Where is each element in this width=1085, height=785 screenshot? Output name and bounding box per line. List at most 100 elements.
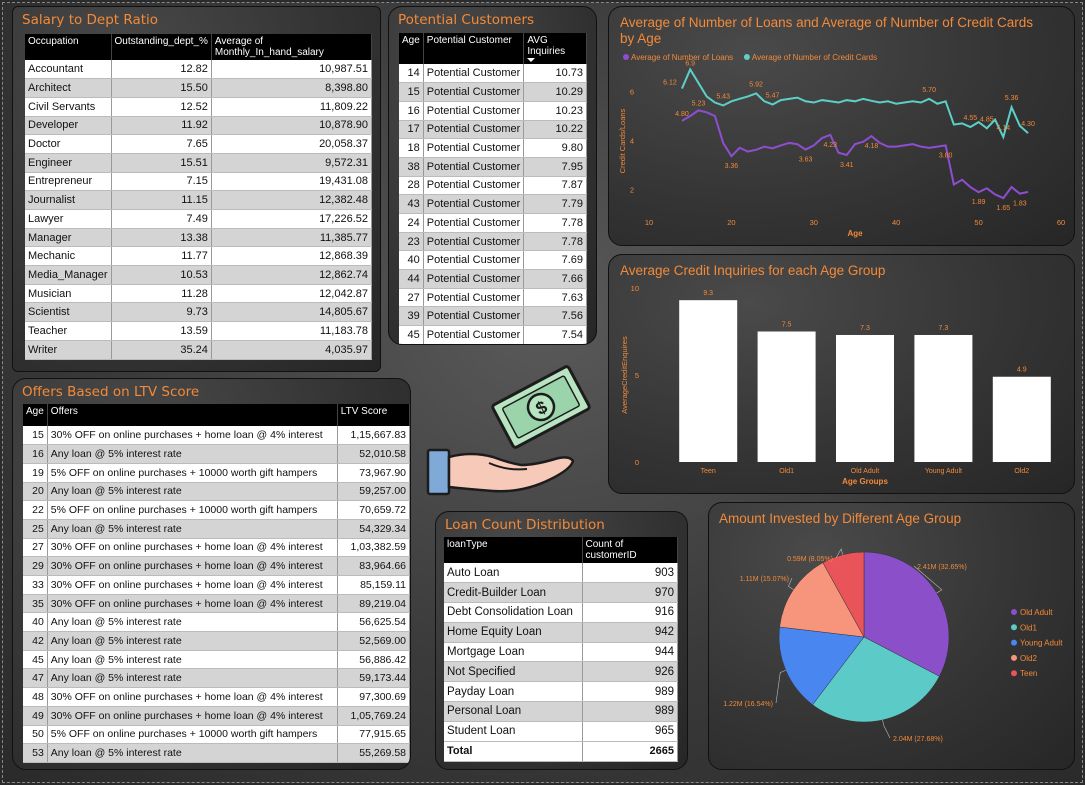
table-row[interactable]: Architect 15.50 8,398.80 [25, 78, 373, 98]
table-row[interactable]: 40 Potential Customer 7.69 [399, 250, 587, 271]
column-header[interactable]: Age [23, 404, 48, 426]
table-row[interactable]: Debt Consolidation Loan 916 [444, 602, 678, 623]
table-row[interactable]: 48 30% OFF on online purchases + home loa… [23, 687, 410, 707]
table-row[interactable]: 22 5% OFF on online purchases + 10000 wor… [23, 500, 410, 520]
table-cell: 10.23 [523, 101, 587, 121]
table-row[interactable]: Credit-Builder Loan 970 [444, 582, 678, 604]
table-row[interactable]: Lawyer 7.49 17,226.52 [25, 209, 373, 229]
table-row[interactable]: Musician 11.28 12,042.87 [25, 284, 373, 304]
table-row[interactable]: Mortgage Loan 944 [444, 642, 678, 663]
table-row[interactable]: 49 30% OFF on online purchases + home loa… [23, 706, 410, 726]
table-row[interactable]: 15 30% OFF on online purchases + home loa… [23, 426, 410, 446]
table-row[interactable]: 35 30% OFF on online purchases + home loa… [23, 594, 410, 614]
salary-dept-ratio-panel[interactable]: Salary to Dept Ratio Occupation Outstand… [12, 6, 381, 372]
table-row[interactable]: Developer 11.92 10,878.90 [25, 116, 373, 136]
table-row[interactable]: 33 30% OFF on online purchases + home loa… [23, 575, 410, 595]
column-header[interactable]: Count of customerID [582, 537, 678, 563]
credit-inquiries-bar-chart-panel[interactable]: Average Credit Inquiries for each Age Gr… [608, 254, 1075, 494]
loans-credit-cards-line-chart-panel[interactable]: Average of Number of Loans and Average o… [608, 6, 1075, 246]
table-row[interactable]: 50 5% OFF on online purchases + 10000 wor… [23, 725, 410, 745]
table-row[interactable]: 42 Any loan @ 5% interest rate 52,569.00 [23, 631, 410, 651]
y-tick-label: 4 [630, 137, 634, 146]
table-row[interactable]: Personal Loan 989 [444, 701, 678, 722]
table-row[interactable]: 19 5% OFF on online purchases + 10000 wor… [23, 463, 410, 483]
table-cell: Writer [25, 340, 112, 360]
table-cell: 23 [399, 232, 424, 252]
table-cell: 9,572.31 [211, 153, 373, 173]
column-header[interactable]: Outstanding_dept_% [111, 34, 212, 60]
table-row[interactable]: 18 Potential Customer 9.80 [399, 138, 587, 158]
table-row[interactable]: Writer 35.24 4,035.97 [25, 340, 373, 360]
table-row[interactable]: 16 Potential Customer 10.23 [399, 101, 587, 121]
table-cell: 44 [399, 269, 424, 289]
table-row[interactable]: 27 Potential Customer 7.63 [399, 288, 587, 308]
data-label: 6.12 [663, 80, 677, 87]
salary-table[interactable]: Occupation Outstanding_dept_% Average of… [25, 34, 373, 360]
table-row[interactable]: 44 Potential Customer 7.66 [399, 269, 587, 289]
column-header[interactable]: loanType [444, 537, 583, 563]
table-row[interactable]: Doctor 7.65 20,058.37 [25, 134, 373, 154]
column-header[interactable]: Offers [47, 404, 338, 426]
table-row[interactable]: 43 Potential Customer 7.79 [399, 194, 587, 214]
table-row[interactable]: 20 Any loan @ 5% interest rate 59,257.00 [23, 482, 410, 502]
amount-invested-pie-panel[interactable]: Amount Invested by Different Age Group 2.… [708, 502, 1075, 770]
column-header[interactable]: Age [399, 33, 424, 64]
table-row[interactable]: 23 Potential Customer 7.78 [399, 232, 587, 252]
x-tick-label: Young Adult [925, 468, 962, 475]
ltv-offers-table[interactable]: Age Offers LTV Score 15 30% OFF on online… [23, 404, 410, 763]
table-row[interactable]: Student Loan 965 [444, 721, 678, 742]
table-row[interactable]: Journalist 11.15 12,382.48 [25, 190, 373, 210]
loan-count-panel[interactable]: Loan Count Distribution loanType Count o… [435, 511, 688, 770]
table-row[interactable]: 16 Any loan @ 5% interest rate 52,010.58 [23, 444, 410, 464]
column-header[interactable]: AVG Inquiries [523, 33, 587, 64]
table-row[interactable]: Home Equity Loan 942 [444, 622, 678, 643]
table-cell: Potential Customer [423, 120, 525, 140]
table-row[interactable]: Auto Loan 903 [444, 563, 678, 584]
table-row[interactable]: Teacher 13.59 11,183.78 [25, 321, 373, 341]
column-header[interactable]: LTV Score [337, 404, 410, 426]
table-cell: Mechanic [25, 246, 112, 267]
table-row[interactable]: 29 30% OFF on online purchases + home loa… [23, 556, 410, 576]
table-row[interactable]: Manager 13.38 11,385.77 [25, 228, 373, 248]
table-row[interactable]: 45 Any loan @ 5% interest rate 56,886.42 [23, 650, 410, 670]
table-row[interactable]: 39 Potential Customer 7.56 [399, 306, 587, 327]
table-row[interactable]: Payday Loan 989 [444, 681, 678, 703]
table-row[interactable]: 27 30% OFF on online purchases + home loa… [23, 538, 410, 558]
column-header[interactable]: Average of Monthly_In_hand_salary [211, 34, 373, 60]
ltv-offers-panel[interactable]: Offers Based on LTV Score Age Offers LTV… [12, 378, 411, 770]
table-cell: 19 [23, 463, 48, 483]
loan-count-table[interactable]: loanType Count of customerID Auto Loan 90… [444, 537, 678, 762]
table-row[interactable]: 25 Any loan @ 5% interest rate 54,329.34 [23, 519, 410, 539]
table-row[interactable]: Media_Manager 10.53 12,862.74 [25, 265, 373, 285]
table-row[interactable]: Civil Servants 12.52 11,809.22 [25, 97, 373, 117]
potential-customers-panel[interactable]: Potential Customers Age Potential Custom… [388, 6, 597, 345]
table-row[interactable]: 40 Any loan @ 5% interest rate 56,625.54 [23, 612, 410, 633]
data-label: 9.3 [703, 290, 713, 297]
table-row[interactable]: 17 Potential Customer 10.22 [399, 120, 587, 140]
table-cell: 10.29 [523, 82, 587, 102]
column-header[interactable]: Occupation [25, 34, 112, 60]
table-cell: 20 [23, 482, 48, 502]
table-row[interactable]: 47 Any loan @ 5% interest rate 59,173.44 [23, 668, 410, 689]
sort-descending-icon[interactable] [527, 58, 536, 62]
table-row[interactable]: Not Specified 926 [444, 661, 678, 683]
table-row[interactable]: Entrepreneur 7.15 19,431.08 [25, 172, 373, 192]
table-row[interactable]: 38 Potential Customer 7.95 [399, 157, 587, 177]
table-row[interactable]: 14 Potential Customer 10.73 [399, 64, 587, 84]
table-row[interactable]: Mechanic 11.77 12,868.39 [25, 246, 373, 267]
table-row[interactable]: 15 Potential Customer 10.29 [399, 82, 587, 102]
potential-customers-table[interactable]: Age Potential Customer AVG Inquiries 14 P… [399, 33, 587, 344]
table-cell: 45 [399, 325, 424, 344]
table-row[interactable]: Engineer 15.51 9,572.31 [25, 153, 373, 173]
table-row[interactable]: Scientist 9.73 14,805.67 [25, 302, 373, 323]
chart-title: Amount Invested by Different Age Group [719, 511, 961, 526]
table-row[interactable]: Accountant 12.82 10,987.51 [25, 60, 373, 80]
table-row[interactable]: 28 Potential Customer 7.87 [399, 176, 587, 196]
table-cell: 7.49 [111, 209, 212, 229]
table-cell: 56,625.54 [337, 612, 410, 633]
table-row[interactable]: 24 Potential Customer 7.78 [399, 213, 587, 233]
column-header[interactable]: Potential Customer [423, 33, 525, 64]
table-row[interactable]: 45 Potential Customer 7.54 [399, 325, 587, 344]
column-header-label: AVG Inquiries [527, 35, 566, 57]
table-row[interactable]: 53 Any loan @ 5% interest rate 55,269.58 [23, 743, 410, 763]
